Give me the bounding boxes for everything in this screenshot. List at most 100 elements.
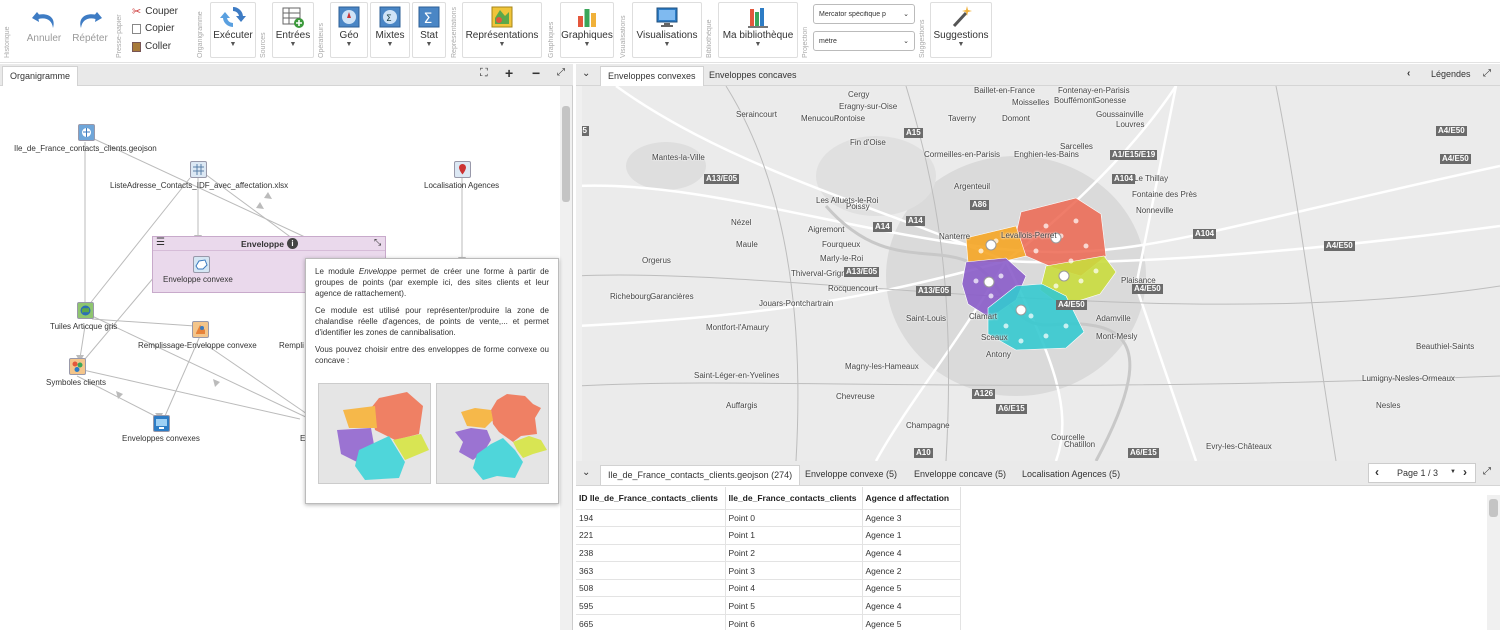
node-label-symbols[interactable]: Symboles clients [46, 378, 106, 387]
symbols-icon[interactable] [69, 358, 86, 375]
undo-button[interactable]: Annuler [22, 5, 66, 44]
node-label-fill-2[interactable]: Rempli [279, 341, 304, 350]
road-shield: A4/E50 [1324, 241, 1355, 251]
prev-page-icon[interactable]: ‹ [1375, 465, 1379, 479]
unit-select[interactable]: mètre ⌄ [813, 31, 915, 51]
table-cell[interactable]: 508 [576, 578, 726, 597]
tab-convex-envelopes[interactable]: Enveloppes convexes [600, 66, 704, 86]
table-cell[interactable]: Point 2 [725, 543, 863, 562]
table-row[interactable]: 508 Point 4 Agence 5 [576, 578, 961, 597]
section-label-projection: Projection [802, 26, 809, 58]
table-cell[interactable]: Point 1 [725, 526, 863, 545]
scrollbar-thumb[interactable] [562, 106, 570, 202]
menu-icon[interactable]: ☰ [156, 237, 165, 248]
legend-toggle[interactable]: Légendes [1431, 69, 1471, 79]
location-file-icon[interactable] [454, 161, 471, 178]
column-header-id[interactable]: ID Ile_de_France_contacts_clients [576, 487, 726, 509]
caret-down-icon: ▼ [583, 41, 591, 48]
node-label-agencies[interactable]: Localisation Agences [424, 181, 499, 190]
cut-button[interactable]: ✂ Couper [132, 5, 178, 18]
table-cell[interactable]: Agence 3 [862, 508, 961, 527]
node-label-fill[interactable]: Remplissage-Enveloppe convexe [138, 341, 257, 350]
projection-select[interactable]: Mercator spécifique p ⌄ [813, 4, 915, 24]
map-canvas[interactable]: Cergy Eragny-sur-Oise Menucourt Seraincourt… [576, 86, 1500, 461]
chevron-down-icon[interactable]: ⌄ [582, 467, 590, 478]
flowchart-scrollbar[interactable] [560, 86, 572, 630]
tab-contacts-layer[interactable]: Ile_de_France_contacts_clients.geojson (… [600, 465, 801, 485]
node-label-address[interactable]: ListeAdresse_Contacts_IDF_avec_affectati… [110, 181, 288, 190]
page-indicator[interactable]: Page 1 / 3 [1397, 468, 1438, 478]
table-cell[interactable]: 238 [576, 543, 726, 562]
road-shield: A104 [1193, 229, 1217, 239]
tab-agencies-layer[interactable]: Localisation Agences (5) [1015, 465, 1127, 485]
tab-concave-layer[interactable]: Enveloppe concave (5) [907, 465, 1013, 485]
tab-concave-envelopes[interactable]: Enveloppes concaves [702, 66, 804, 86]
map-place-label: Pontoise [834, 114, 866, 123]
table-row[interactable]: 194 Point 0 Agence 3 [576, 508, 961, 527]
table-cell[interactable]: Agence 5 [862, 578, 961, 597]
fill-representation-icon[interactable] [192, 321, 209, 338]
charts-button[interactable]: Graphiques ▼ [560, 4, 614, 49]
table-cell[interactable]: Agence 5 [862, 614, 961, 630]
table-cell[interactable]: Agence 2 [862, 561, 961, 580]
table-row[interactable]: 238 Point 2 Agence 4 [576, 543, 961, 562]
table-cell[interactable]: Point 0 [725, 508, 863, 527]
table-cell[interactable]: Agence 1 [862, 526, 961, 545]
stat-button[interactable]: Σ Stat ▼ [412, 4, 446, 49]
expand-icon[interactable]: ⤢ [1483, 68, 1491, 79]
next-page-icon[interactable]: › [1463, 465, 1467, 479]
table-row[interactable]: 221 Point 1 Agence 1 [576, 526, 961, 545]
paste-button[interactable]: Coller [132, 41, 171, 52]
redo-button[interactable]: Répéter [70, 5, 110, 44]
chevron-left-icon[interactable]: ‹ [1407, 68, 1410, 79]
suggestions-button[interactable]: Suggestions ▼ [930, 4, 992, 49]
map-place-label: Rocquencourt [828, 284, 878, 293]
scrollbar-thumb[interactable] [1489, 499, 1498, 517]
table-cell[interactable]: Point 4 [725, 578, 863, 597]
map-place-label: Seraincourt [736, 110, 777, 119]
library-button[interactable]: Ma bibliothèque ▼ [718, 4, 798, 49]
table-cell[interactable]: Point 3 [725, 561, 863, 580]
table-cell[interactable]: Agence 4 [862, 543, 961, 562]
table-scrollbar[interactable] [1487, 495, 1500, 630]
column-header-name[interactable]: Ile_de_France_contacts_clients [725, 487, 863, 509]
table-cell[interactable]: Point 5 [725, 596, 863, 615]
map-place-label: Orgerus [642, 256, 671, 265]
table-tabbar: ⌄ Ile_de_France_contacts_clients.geojson… [576, 461, 1500, 486]
table-cell[interactable]: 194 [576, 508, 726, 527]
copy-button[interactable]: Copier [132, 23, 174, 34]
column-header-agency[interactable]: Agence d affectation [862, 487, 961, 509]
spreadsheet-file-icon[interactable] [190, 161, 207, 178]
table-row[interactable]: 363 Point 3 Agence 2 [576, 561, 961, 580]
table-cell[interactable]: 221 [576, 526, 726, 545]
mixed-button[interactable]: Σ Mixtes ▼ [370, 4, 410, 49]
caret-down-icon[interactable]: ▼ [1450, 469, 1456, 475]
execute-button[interactable]: Exécuter ▼ [211, 4, 255, 49]
geo-button[interactable]: Géo ▼ [330, 4, 368, 49]
chevron-down-icon[interactable]: ⌄ [582, 68, 590, 79]
road-shield: A15 [904, 128, 923, 138]
node-label-convex-vis[interactable]: Enveloppes convexes [122, 434, 200, 443]
envelope-icon[interactable] [193, 256, 210, 273]
expand-icon[interactable]: ⤢ [1483, 466, 1491, 477]
node-label-contacts[interactable]: Ile_de_France_contacts_clients.geojson [14, 144, 157, 153]
tab-convex-layer[interactable]: Enveloppe convexe (5) [798, 465, 904, 485]
table-cell[interactable]: Agence 4 [862, 596, 961, 615]
representations-button[interactable]: Représentations ▼ [462, 4, 542, 49]
info-icon[interactable]: i [287, 238, 298, 249]
table-row[interactable]: 595 Point 5 Agence 4 [576, 596, 961, 615]
table-cell[interactable]: 665 [576, 614, 726, 630]
table-cell[interactable]: Point 6 [725, 614, 863, 630]
road-shield: A6/E15 [1128, 448, 1159, 458]
visualization-icon[interactable] [153, 415, 170, 432]
tiles-icon[interactable] [77, 302, 94, 319]
geojson-file-icon[interactable] [78, 124, 95, 141]
node-label-tiles[interactable]: Tuiles Articque gris [50, 322, 117, 331]
collapse-icon[interactable]: ⤡ [374, 237, 381, 248]
inputs-button[interactable]: Entrées ▼ [272, 4, 314, 49]
table-row[interactable]: 665 Point 6 Agence 5 [576, 614, 961, 630]
table-cell[interactable]: 595 [576, 596, 726, 615]
table-cell[interactable]: 363 [576, 561, 726, 580]
visualizations-button[interactable]: Visualisations ▼ [632, 4, 702, 49]
map-place-label: Fin d'Oise [850, 138, 886, 147]
